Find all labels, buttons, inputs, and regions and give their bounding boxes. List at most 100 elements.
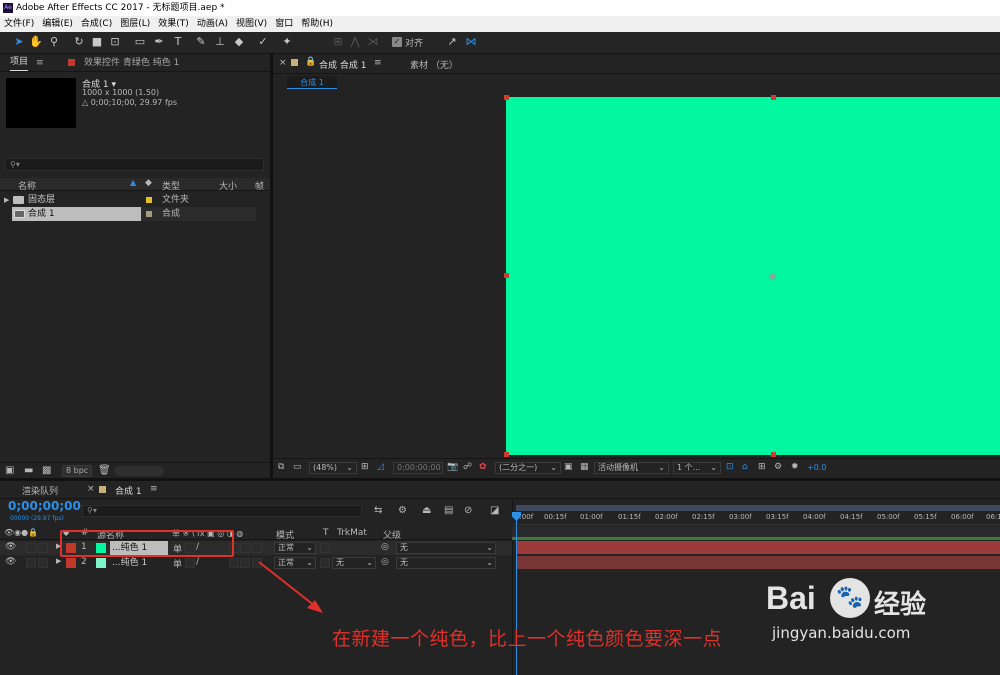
- column-framerate[interactable]: 帧: [255, 179, 264, 192]
- folder-label-swatch[interactable]: [146, 197, 152, 203]
- sort-asc-icon[interactable]: ▲: [130, 178, 136, 187]
- draft-3d-icon[interactable]: ⚙: [398, 505, 407, 516]
- audio-toggle[interactable]: [26, 543, 36, 553]
- flowchart-icon[interactable]: ⚙: [774, 462, 782, 472]
- timecode-field[interactable]: 0;00;00;00: [393, 462, 443, 474]
- color-channel-icon[interactable]: ✿: [479, 462, 487, 472]
- trash-icon[interactable]: 🗑: [98, 465, 111, 476]
- rectangle-tool-icon[interactable]: ▭: [133, 35, 147, 49]
- expand-arrow-icon[interactable]: ▶: [4, 193, 9, 207]
- timeline-icon[interactable]: ⊞: [758, 462, 766, 472]
- tab-project[interactable]: 项目: [10, 54, 29, 71]
- tab-render-queue[interactable]: 渲染队列: [22, 484, 58, 497]
- trkmat-dropdown[interactable]: 无 ⌄: [332, 557, 376, 569]
- quality-switch-icon[interactable]: /: [196, 557, 199, 567]
- always-preview-icon[interactable]: ⧉: [278, 462, 284, 472]
- region-of-interest-icon[interactable]: ▣: [564, 462, 573, 472]
- lock-icon[interactable]: 🔒: [305, 57, 316, 67]
- bounding-handle-bl[interactable]: [504, 452, 509, 457]
- adjustment-switch[interactable]: [229, 558, 239, 568]
- 3d-switch[interactable]: [240, 558, 250, 568]
- shy-layers-icon[interactable]: ⏏: [422, 505, 431, 516]
- views-dropdown[interactable]: 1 个... ⌄: [673, 462, 721, 474]
- shy-switch-icon[interactable]: 单: [173, 557, 182, 570]
- snapshot-icon[interactable]: 📷: [447, 462, 458, 472]
- bounding-handle-tm[interactable]: [771, 95, 776, 100]
- brush-tool-icon[interactable]: ✎: [194, 35, 208, 49]
- rotate-tool-icon[interactable]: ↻: [72, 35, 86, 49]
- graph-editor-icon[interactable]: ◪: [490, 505, 499, 516]
- column-trkmat[interactable]: TrkMat: [337, 528, 367, 538]
- comp-tab-menu-icon[interactable]: ≡: [374, 58, 382, 68]
- expand-arrow-icon[interactable]: ▶: [56, 557, 61, 565]
- interpret-footage-icon[interactable]: ▣: [5, 465, 14, 476]
- local-axis-icon[interactable]: ⊞: [331, 35, 345, 49]
- project-search-input[interactable]: ⚲▾: [5, 158, 264, 171]
- menu-animation[interactable]: 动画(A): [193, 16, 232, 32]
- tab-composition[interactable]: 合成 合成 1: [319, 58, 366, 71]
- 3d-switch[interactable]: [240, 543, 250, 553]
- camera-tool-icon[interactable]: ■: [90, 35, 104, 49]
- resolution-dropdown[interactable]: (二分之一) ⌄: [495, 462, 561, 474]
- work-area-range[interactable]: [516, 505, 1000, 511]
- tab-menu-icon[interactable]: ≡: [36, 54, 44, 72]
- blend-mode-dropdown[interactable]: 正常 ⌄: [274, 542, 316, 554]
- eye-icon[interactable]: 👁: [5, 557, 16, 567]
- comp-breadcrumb[interactable]: 合成 1: [287, 76, 337, 89]
- project-item-comp[interactable]: 合成 1 合成: [0, 207, 270, 221]
- exposure-value[interactable]: +0.0: [807, 463, 826, 472]
- bounding-handle-bm[interactable]: [771, 452, 776, 457]
- column-mode[interactable]: 模式: [276, 528, 294, 541]
- eye-icon[interactable]: 👁: [5, 542, 16, 552]
- collapse-switch[interactable]: [185, 558, 195, 568]
- monitor-icon[interactable]: ▭: [293, 462, 302, 472]
- tab-effect-controls[interactable]: 效果控件 青绿色 纯色 1: [84, 54, 179, 72]
- snap-options-icon[interactable]: ⋈: [464, 35, 478, 49]
- column-parent[interactable]: 父级: [383, 528, 401, 541]
- new-comp-icon[interactable]: ▩: [42, 465, 51, 476]
- exposure-icon[interactable]: ✹: [791, 462, 799, 472]
- menu-effect[interactable]: 效果(T): [154, 16, 193, 32]
- lock-toggle[interactable]: [38, 543, 48, 553]
- current-time-display[interactable]: 0;00;00;00: [8, 499, 81, 513]
- layer-name[interactable]: ...纯色 1: [110, 556, 147, 570]
- timeline-search-input[interactable]: ⚲▾: [82, 505, 362, 517]
- pick-whip-icon[interactable]: ◎: [381, 557, 389, 567]
- eraser-tool-icon[interactable]: ◆: [232, 35, 246, 49]
- layer-duration-bar[interactable]: [516, 556, 1000, 569]
- parent-dropdown[interactable]: 无 ⌄: [396, 557, 496, 569]
- comp-label-swatch[interactable]: [146, 211, 152, 217]
- bounding-handle-ml[interactable]: [504, 273, 509, 278]
- column-name[interactable]: 名称: [18, 179, 36, 192]
- close-icon[interactable]: ×: [279, 58, 287, 68]
- project-item-folder[interactable]: ▶ 固态层 文件夹: [0, 193, 270, 207]
- comp-canvas[interactable]: [506, 97, 1000, 455]
- roto-brush-tool-icon[interactable]: ✓: [256, 35, 270, 49]
- timeline-tab-menu-icon[interactable]: ≡: [150, 484, 158, 494]
- bounding-handle-tl[interactable]: [504, 95, 509, 100]
- tab-footage[interactable]: 素材 （无）: [410, 58, 458, 71]
- time-ruler[interactable]: 0:00f 00:15f 01:00f 01:15f 02:00f 02:15f…: [512, 512, 1000, 525]
- menu-edit[interactable]: 编辑(E): [38, 16, 77, 32]
- menu-help[interactable]: 帮助(H): [297, 16, 337, 32]
- column-type[interactable]: 类型: [162, 179, 180, 192]
- parent-dropdown[interactable]: 无 ⌄: [396, 542, 496, 554]
- view-axis-icon[interactable]: ⋊: [366, 35, 380, 49]
- anchor-point-icon[interactable]: ⊕: [768, 270, 777, 283]
- show-snapshot-icon[interactable]: ☍: [463, 462, 472, 472]
- clone-stamp-tool-icon[interactable]: ⊥: [213, 35, 227, 49]
- comp-mini-flowchart-icon[interactable]: ⇆: [374, 505, 382, 516]
- zoom-dropdown[interactable]: (48%) ⌄: [309, 462, 357, 474]
- column-size[interactable]: 大小: [219, 179, 237, 192]
- bpc-button[interactable]: 8 bpc: [62, 465, 93, 477]
- layer-label-swatch[interactable]: [66, 558, 76, 568]
- pan-behind-tool-icon[interactable]: ⊡: [108, 35, 122, 49]
- safe-margins-icon[interactable]: ⊞: [361, 462, 369, 472]
- puppet-pin-tool-icon[interactable]: ✦: [280, 35, 294, 49]
- camera-dropdown[interactable]: 活动摄像机 ⌄: [594, 462, 669, 474]
- preserve-transparency-toggle[interactable]: [320, 543, 330, 553]
- lock-toggle[interactable]: [38, 558, 48, 568]
- fast-previews-icon[interactable]: ⌂: [742, 462, 748, 472]
- toggle-pixel-aspect-icon[interactable]: ⊡: [726, 462, 734, 472]
- label-tag-icon[interactable]: ◆: [145, 178, 152, 188]
